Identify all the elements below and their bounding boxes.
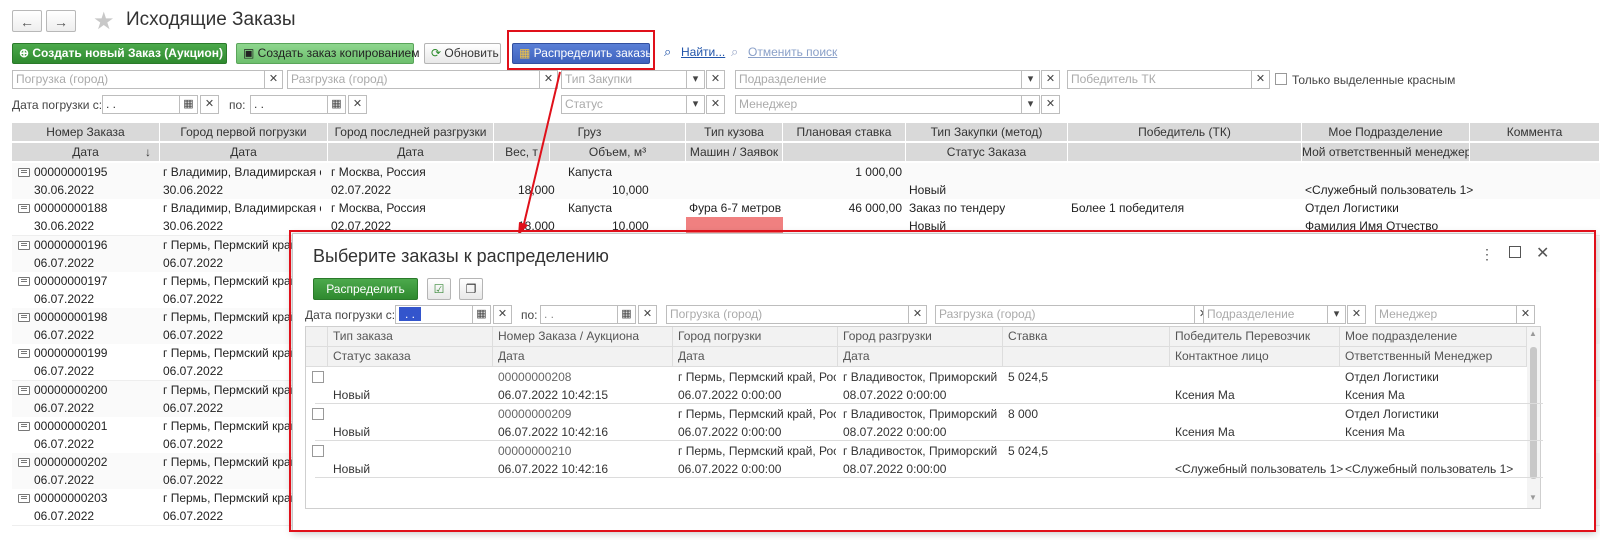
dialog-highlight-frame [289,230,1596,532]
